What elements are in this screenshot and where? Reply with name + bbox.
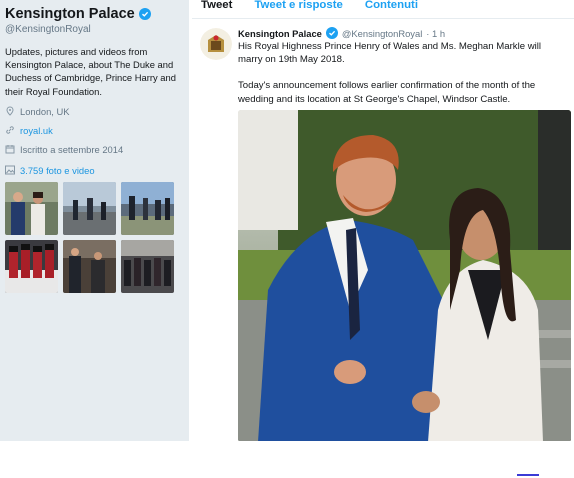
location-pin-icon [5, 106, 15, 117]
profile-handle[interactable]: @KensingtonRoyal [5, 24, 184, 35]
verified-badge-icon [325, 27, 338, 39]
media-thumbnail-6[interactable] [121, 239, 174, 293]
tab-tweet[interactable]: Tweet [201, 0, 232, 11]
profile-joined: Iscritto a settembre 2014 [5, 144, 184, 155]
profile-name-row: Kensington Palace [5, 6, 184, 22]
media-thumbnail-2[interactable] [63, 181, 116, 235]
media-thumbnail-5[interactable] [63, 239, 116, 293]
tweet-author-avatar[interactable] [200, 28, 232, 60]
tweet-text: His Royal Highness Prince Henry of Wales… [238, 40, 568, 106]
profile-bio: Updates, pictures and videos from Kensin… [5, 46, 176, 97]
tweet-author-handle[interactable]: @KensingtonRoyal [342, 28, 422, 39]
media-thumbnail-3[interactable] [121, 181, 174, 235]
profile-tabs: Tweet Tweet e risposte Contenuti [189, 0, 574, 18]
profile-name[interactable]: Kensington Palace [5, 6, 135, 22]
tweet-header: Kensington Palace @KensingtonRoyal · 1 h [238, 27, 445, 39]
profile-joined-text: Iscritto a settembre 2014 [20, 143, 124, 155]
profile-website-link[interactable]: royal.uk [20, 125, 53, 136]
tweet-photo[interactable] [238, 110, 571, 442]
tweet-timestamp[interactable]: · 1 h [426, 28, 445, 39]
photos-videos-link[interactable]: 3.759 foto e video [5, 165, 184, 176]
photos-videos-count[interactable]: 3.759 foto e video [20, 165, 95, 176]
media-thumbnail-4[interactable] [5, 239, 58, 293]
image-icon [5, 165, 15, 175]
calendar-icon [5, 144, 15, 154]
profile-website: royal.uk [5, 125, 184, 136]
tab-tweet-e-risposte[interactable]: Tweet e risposte [254, 0, 342, 11]
media-thumbnail-1[interactable] [5, 181, 58, 235]
tweet-paragraph-2: Today's announcement follows earlier con… [238, 80, 536, 105]
media-thumbnail-grid [5, 181, 184, 293]
scroll-indicator [517, 474, 539, 476]
tweet-paragraph-1: His Royal Highness Prince Henry of Wales… [238, 41, 542, 66]
link-icon [5, 125, 15, 135]
footer-blank [0, 441, 574, 478]
profile-sidebar: Kensington Palace @KensingtonRoyal Updat… [0, 0, 189, 441]
tweet[interactable]: Kensington Palace @KensingtonRoyal · 1 h… [192, 18, 574, 442]
verified-badge-icon [138, 8, 151, 20]
tweet-author-name[interactable]: Kensington Palace [238, 28, 322, 39]
profile-location-text: London, UK [20, 105, 70, 117]
tab-contenuti[interactable]: Contenuti [365, 0, 418, 11]
profile-location: London, UK [5, 106, 184, 117]
